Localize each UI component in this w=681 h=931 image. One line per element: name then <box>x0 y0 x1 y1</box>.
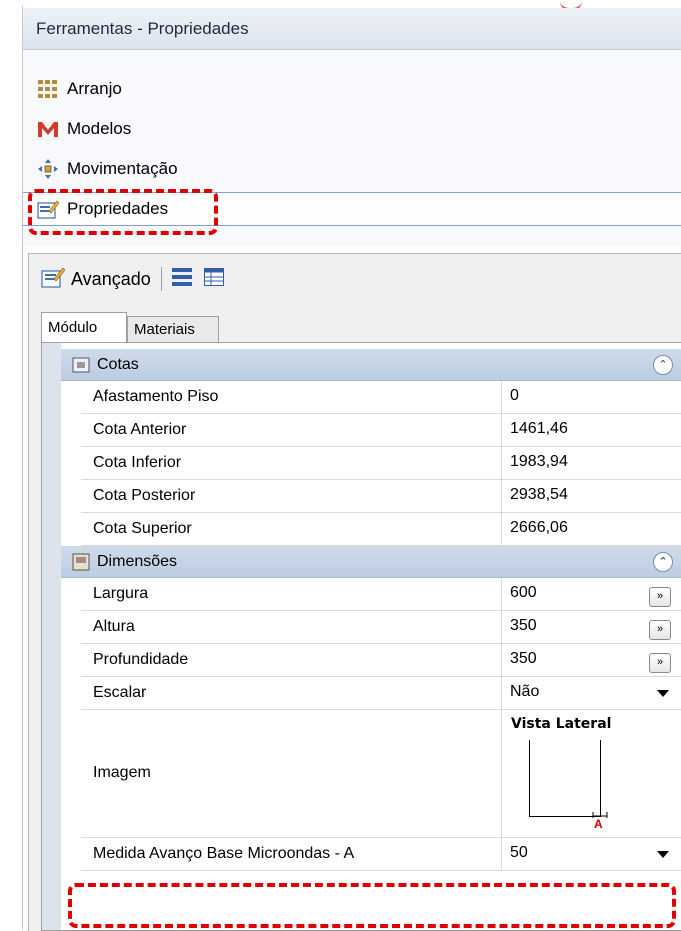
image-title: Vista Lateral <box>511 716 612 732</box>
alphabetical-view-icon[interactable] <box>203 267 224 291</box>
property-value[interactable]: 350 <box>510 617 537 635</box>
category-dimensoes[interactable]: Dimensões ⌃ <box>61 546 681 578</box>
property-value[interactable]: 1461,46 <box>510 420 568 438</box>
toolbar-separator <box>160 267 162 291</box>
property-name: Largura <box>93 585 149 602</box>
title-bar: Ferramentas - Propriedades <box>23 8 681 50</box>
property-name: Medida Avanço Base Microondas - A <box>93 845 355 862</box>
property-name: Profundidade <box>93 651 189 668</box>
tab-materiais[interactable]: Materiais <box>127 316 219 342</box>
property-row: Altura 350 » <box>81 611 681 644</box>
column-separator <box>501 710 502 837</box>
column-separator <box>501 838 502 870</box>
property-row: Cota Inferior 1983,94 <box>81 447 681 480</box>
ellipsis-button[interactable]: » <box>649 653 671 673</box>
property-value[interactable]: 2666,06 <box>510 519 568 537</box>
category-label: Dimensões <box>97 552 178 570</box>
categorized-view-icon[interactable] <box>171 267 192 291</box>
move-arrows-icon <box>37 158 59 180</box>
column-separator <box>501 414 502 446</box>
column-separator <box>501 447 502 479</box>
nav-item-label: Modelos <box>67 119 132 138</box>
property-row: Cota Posterior 2938,54 <box>81 480 681 513</box>
column-separator <box>501 480 502 512</box>
property-row: Cota Anterior 1461,46 <box>81 414 681 447</box>
dimensions-icon <box>71 356 91 374</box>
properties-toolbar: Avançado <box>41 262 224 296</box>
property-value[interactable]: 1983,94 <box>510 453 568 471</box>
property-value[interactable]: 600 <box>510 584 537 602</box>
property-row: Escalar Não <box>81 677 681 710</box>
category-label: Cotas <box>97 355 139 373</box>
property-name: Cota Posterior <box>93 487 196 504</box>
category-cotas[interactable]: Cotas ⌃ <box>61 349 681 381</box>
tab-modulo[interactable]: Módulo <box>41 312 127 342</box>
properties-icon <box>41 266 66 293</box>
dropdown-value[interactable]: Não <box>510 683 539 701</box>
nav-item-label: Movimentação <box>67 159 178 178</box>
models-m-icon <box>37 118 59 140</box>
nav-item-modelos[interactable]: Modelos <box>37 112 677 146</box>
property-name: Imagem <box>93 764 151 781</box>
property-row: Cota Superior 2666,06 <box>81 513 681 546</box>
property-name: Escalar <box>93 684 147 701</box>
dropdown-arrow-icon[interactable] <box>657 851 669 858</box>
property-name: Altura <box>93 618 135 635</box>
ellipsis-button[interactable]: » <box>649 620 671 640</box>
property-name: Cota Superior <box>93 520 192 537</box>
property-row: Largura 600 » <box>81 578 681 611</box>
column-separator <box>501 677 502 709</box>
property-row: Medida Avanço Base Microondas - A 50 <box>81 838 681 871</box>
property-row: Afastamento Piso 0 <box>81 381 681 414</box>
ellipsis-button[interactable]: » <box>649 587 671 607</box>
property-name: Cota Inferior <box>93 454 182 471</box>
property-value[interactable]: 2938,54 <box>510 486 568 504</box>
property-value[interactable]: 350 <box>510 650 537 668</box>
dropdown-value[interactable]: 50 <box>510 844 528 862</box>
collapse-icon[interactable]: ⌃ <box>653 552 673 572</box>
column-separator <box>501 381 502 413</box>
column-separator <box>501 611 502 643</box>
window-title: Ferramentas - Propriedades <box>36 19 249 38</box>
property-value[interactable]: 0 <box>510 387 519 405</box>
window-left-edge <box>0 0 22 930</box>
properties-panel: Avançado Módulo Materiais Cotas ⌃ Afasta… <box>28 253 681 931</box>
property-name: Afastamento Piso <box>93 388 219 405</box>
property-name: Cota Anterior <box>93 421 187 438</box>
dimension-marker-label: A <box>594 817 603 831</box>
highlight-medida-avanco <box>68 883 676 928</box>
nav-item-label: Arranjo <box>67 79 122 98</box>
nav-item-movimentacao[interactable]: Movimentação <box>37 152 677 186</box>
column-separator <box>501 578 502 610</box>
property-row: Profundidade 350 » <box>81 644 681 677</box>
property-row-image: Imagem Vista Lateral A <box>81 710 681 838</box>
cabinet-icon <box>71 553 91 571</box>
grid-left-margin <box>42 343 61 930</box>
side-view-diagram <box>529 740 601 817</box>
dropdown-arrow-icon[interactable] <box>657 690 669 697</box>
highlight-propriedades <box>28 189 218 235</box>
column-separator <box>501 513 502 545</box>
grid-icon <box>37 78 59 100</box>
collapse-icon[interactable]: ⌃ <box>653 355 673 375</box>
advanced-label[interactable]: Avançado <box>71 269 151 290</box>
column-separator <box>501 644 502 676</box>
nav-item-arranjo[interactable]: Arranjo <box>37 72 677 106</box>
property-grid: Cotas ⌃ Afastamento Piso 0 Cota Anterior 1… <box>41 342 681 931</box>
